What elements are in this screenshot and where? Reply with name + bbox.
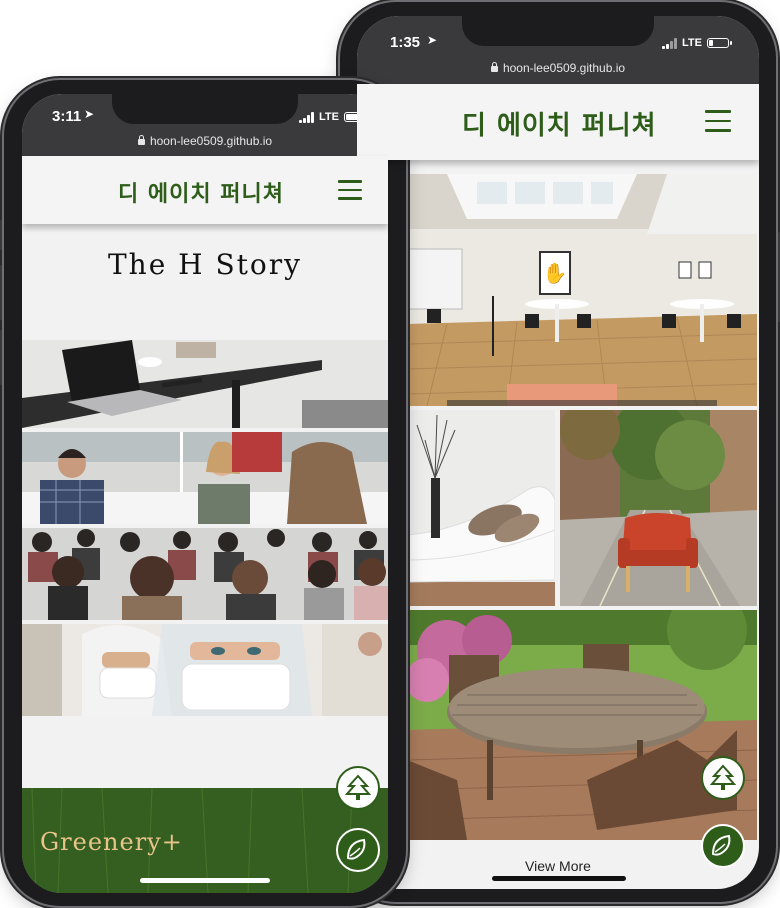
tree-icon[interactable] xyxy=(701,756,745,800)
url-text: hoon-lee0509.github.io xyxy=(149,134,273,148)
site-header: 디 에이치 퍼니쳐 xyxy=(357,84,759,160)
photo-office-lounge[interactable]: ✋ xyxy=(407,174,757,406)
photo-garden-table[interactable] xyxy=(407,610,757,840)
leaf-logo-icon[interactable] xyxy=(701,824,745,868)
svg-text:✋: ✋ xyxy=(543,261,568,285)
photo-white-sofa[interactable] xyxy=(407,410,555,606)
location-arrow-icon: ➤ xyxy=(427,33,438,47)
story-title: The H Story xyxy=(108,248,302,281)
hamburger-menu-button[interactable] xyxy=(705,110,731,139)
photo-seminar[interactable] xyxy=(22,528,388,620)
lock-icon xyxy=(137,135,145,145)
home-indicator[interactable] xyxy=(140,878,270,883)
battery-icon xyxy=(707,38,732,48)
greenery-title[interactable]: Greenery+ xyxy=(40,828,183,856)
location-arrow-icon: ➤ xyxy=(84,107,95,121)
view-more-link[interactable]: View More xyxy=(357,858,759,874)
front-phone: 3:11 ➤ LTE hoon-lee0509.github.io 디 에이치 … xyxy=(0,80,406,906)
site-logo[interactable]: 디 에이치 퍼니쳐 xyxy=(118,176,284,208)
front-screen: 3:11 ➤ LTE hoon-lee0509.github.io 디 에이치 … xyxy=(22,94,388,893)
photo-red-armchair[interactable] xyxy=(560,410,757,606)
photo-meeting[interactable] xyxy=(22,432,388,524)
home-indicator[interactable] xyxy=(492,876,626,881)
hamburger-menu-button[interactable] xyxy=(338,180,362,207)
signal-indicator: LTE xyxy=(299,111,369,123)
url-bar[interactable]: hoon-lee0509.github.io xyxy=(22,134,388,148)
status-time: 1:35 xyxy=(390,34,421,51)
url-bar[interactable]: hoon-lee0509.github.io xyxy=(357,61,759,75)
lock-icon xyxy=(490,62,498,72)
photo-lab-workers[interactable] xyxy=(22,624,388,716)
back-screen: 1:35 ➤ LTE hoon-lee0509.github.io 디 에이치 … xyxy=(357,16,759,889)
status-time: 3:11 xyxy=(52,108,82,125)
site-header: 디 에이치 퍼니쳐 xyxy=(22,156,388,224)
leaf-logo-icon[interactable] xyxy=(336,828,380,872)
signal-indicator: LTE xyxy=(662,37,732,49)
network-label: LTE xyxy=(319,111,339,123)
site-logo[interactable]: 디 에이치 퍼니쳐 xyxy=(462,105,657,142)
status-bar: 1:35 ➤ LTE hoon-lee0509.github.io xyxy=(357,16,759,84)
signal-bars-icon xyxy=(662,37,678,49)
tree-icon[interactable] xyxy=(336,766,380,810)
signal-bars-icon xyxy=(299,111,315,123)
status-bar: 3:11 ➤ LTE hoon-lee0509.github.io xyxy=(22,94,388,156)
photo-laptop-desk[interactable] xyxy=(22,340,388,428)
url-text: hoon-lee0509.github.io xyxy=(502,61,626,75)
network-label: LTE xyxy=(682,37,702,49)
